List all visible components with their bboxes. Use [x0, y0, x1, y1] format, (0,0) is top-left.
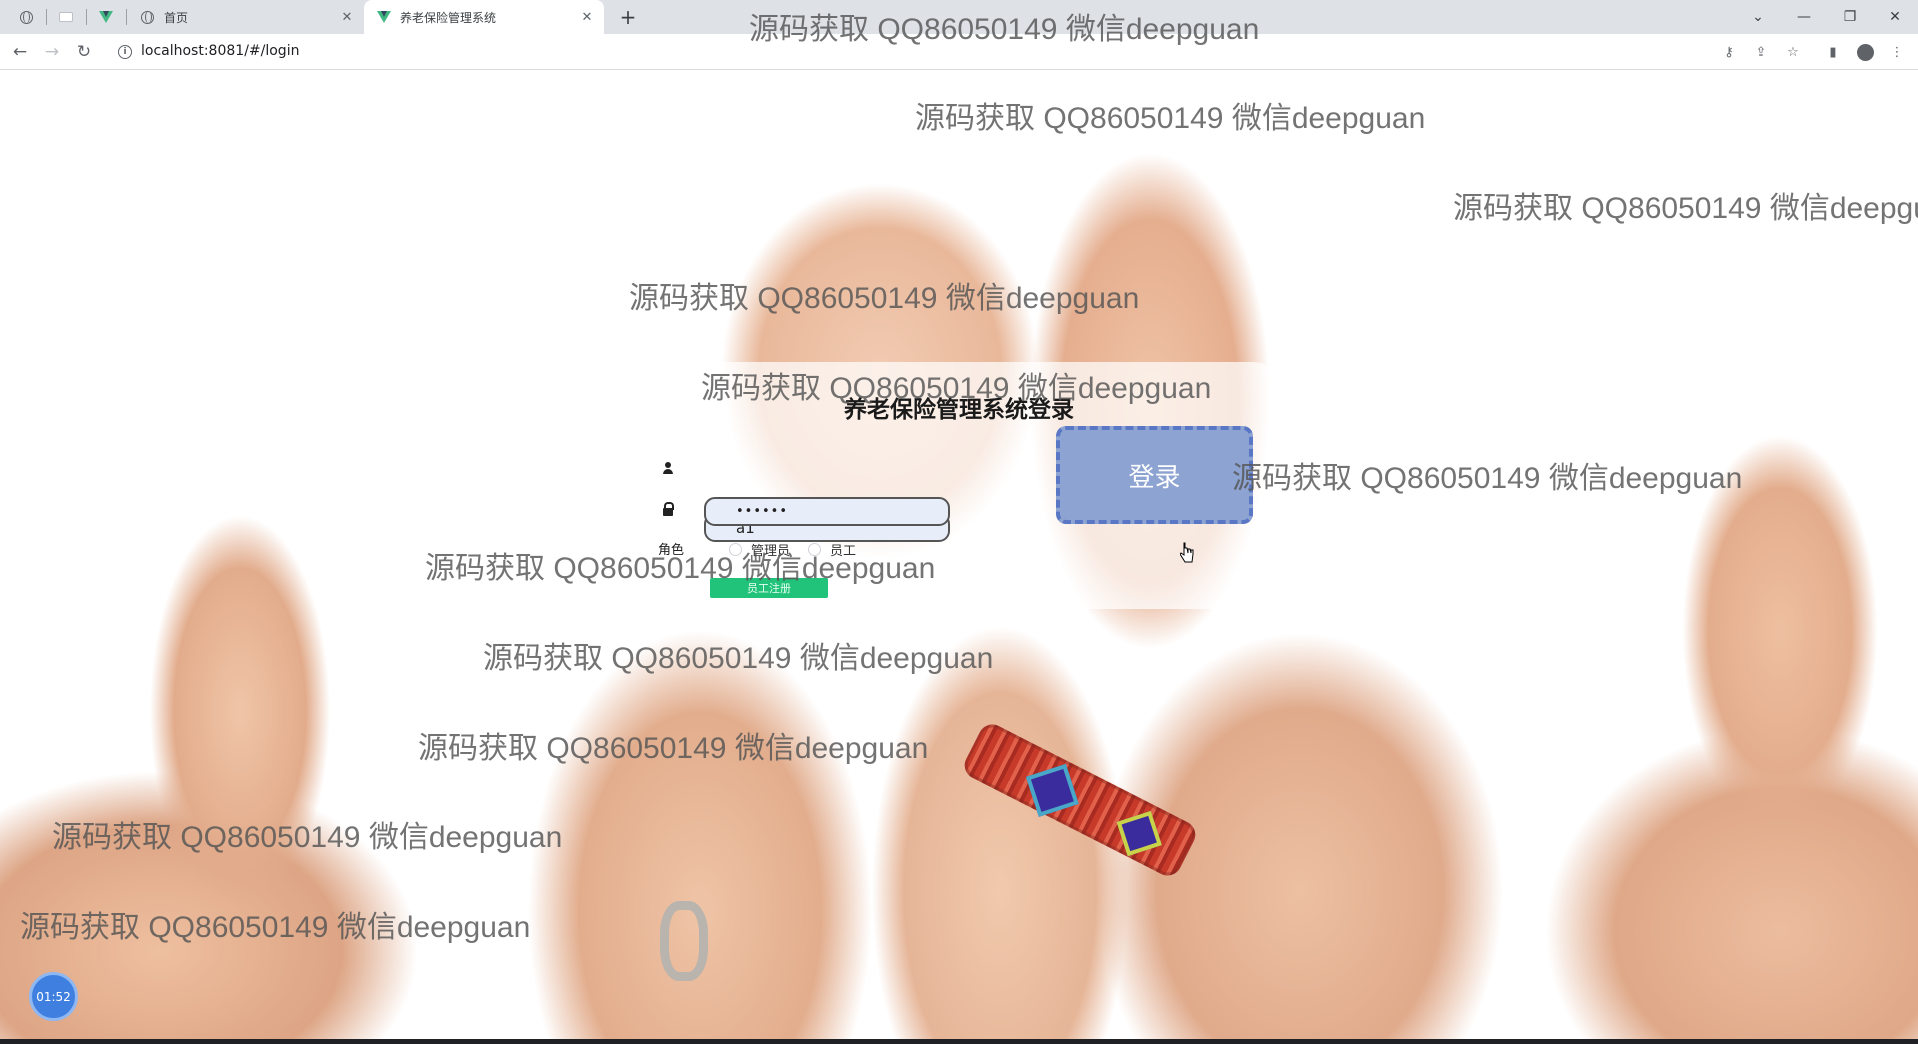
address-bar[interactable]: localhost:8081/#/login	[141, 43, 299, 59]
watermark-text: 源码获取 QQ86050149 微信deepguan	[749, 13, 1260, 46]
watermark-text: 源码获取 QQ86050149 微信deepguan	[1232, 462, 1743, 495]
globe-icon	[140, 10, 155, 25]
bracelet-image	[959, 719, 1201, 881]
watermark-text: 源码获取 QQ86050149 微信deepguan	[418, 732, 929, 765]
tab-title: 养老保险管理系统	[400, 10, 497, 25]
vue-logo-icon	[376, 10, 391, 25]
watermark-text: 源码获取 QQ86050149 微信deepguan	[20, 911, 531, 944]
watermark-text: 源码获取 QQ86050149 微信deepguan	[52, 821, 563, 854]
watermark-text: 源码获取 QQ86050149 微信deepguan	[1453, 192, 1918, 225]
site-info-icon[interactable]: i	[118, 45, 132, 59]
watermark-text: 源码获取 QQ86050149 微信deepguan	[915, 102, 1426, 135]
user-icon	[661, 461, 675, 475]
tab-search-icon[interactable]: ⌄	[1735, 0, 1781, 34]
watermark-text: 源码获取 QQ86050149 微信deepguan	[483, 642, 994, 675]
password-input[interactable]: ••••••	[704, 497, 950, 526]
pinned-tab-3[interactable]	[88, 0, 124, 34]
taskbar-edge	[0, 1039, 1918, 1044]
tab-home[interactable]: 首页 ✕	[128, 0, 364, 34]
tab-separator	[86, 9, 87, 25]
tab-title: 首页	[164, 10, 189, 25]
back-arrow-icon[interactable]: ←	[7, 39, 33, 65]
lock-icon	[661, 502, 675, 516]
bookmark-star-icon[interactable]: ☆	[1784, 43, 1802, 61]
globe-icon	[19, 10, 34, 25]
restore-button[interactable]: ❐	[1827, 0, 1873, 34]
pinned-tab-1[interactable]	[8, 0, 44, 34]
watermark-text: 源码获取 QQ86050149 微信deepguan	[629, 282, 1140, 315]
reload-icon[interactable]: ↻	[71, 39, 97, 65]
close-tab-icon[interactable]: ✕	[338, 8, 356, 26]
login-button[interactable]: 登录	[1056, 426, 1253, 524]
pinned-tab-2[interactable]	[48, 0, 84, 34]
vue-logo-icon	[99, 10, 114, 25]
side-panel-icon[interactable]: ▮	[1824, 43, 1842, 61]
tab-active-pension-system[interactable]: 养老保险管理系统 ✕	[364, 0, 604, 34]
profile-avatar-icon[interactable]	[1856, 43, 1874, 61]
forward-arrow-icon[interactable]: →	[39, 39, 65, 65]
recording-timer-badge: 01:52	[29, 972, 78, 1021]
blank-page-icon	[59, 10, 74, 25]
mouse-cursor-icon	[1180, 542, 1194, 563]
browser-menu-icon[interactable]: ⋮	[1888, 43, 1906, 61]
new-tab-button[interactable]: +	[615, 4, 641, 30]
minimize-button[interactable]: —	[1781, 0, 1827, 34]
ring-image	[660, 901, 708, 981]
close-tab-icon[interactable]: ✕	[578, 8, 596, 26]
close-window-button[interactable]: ✕	[1872, 0, 1918, 34]
watermark-text: 源码获取 QQ86050149 微信deepguan	[701, 372, 1212, 405]
tab-separator	[46, 9, 47, 25]
share-icon[interactable]: ⇪	[1752, 43, 1770, 61]
key-icon[interactable]: ⚷	[1720, 43, 1738, 61]
tab-separator	[126, 9, 127, 25]
watermark-text: 源码获取 QQ86050149 微信deepguan	[425, 552, 936, 585]
